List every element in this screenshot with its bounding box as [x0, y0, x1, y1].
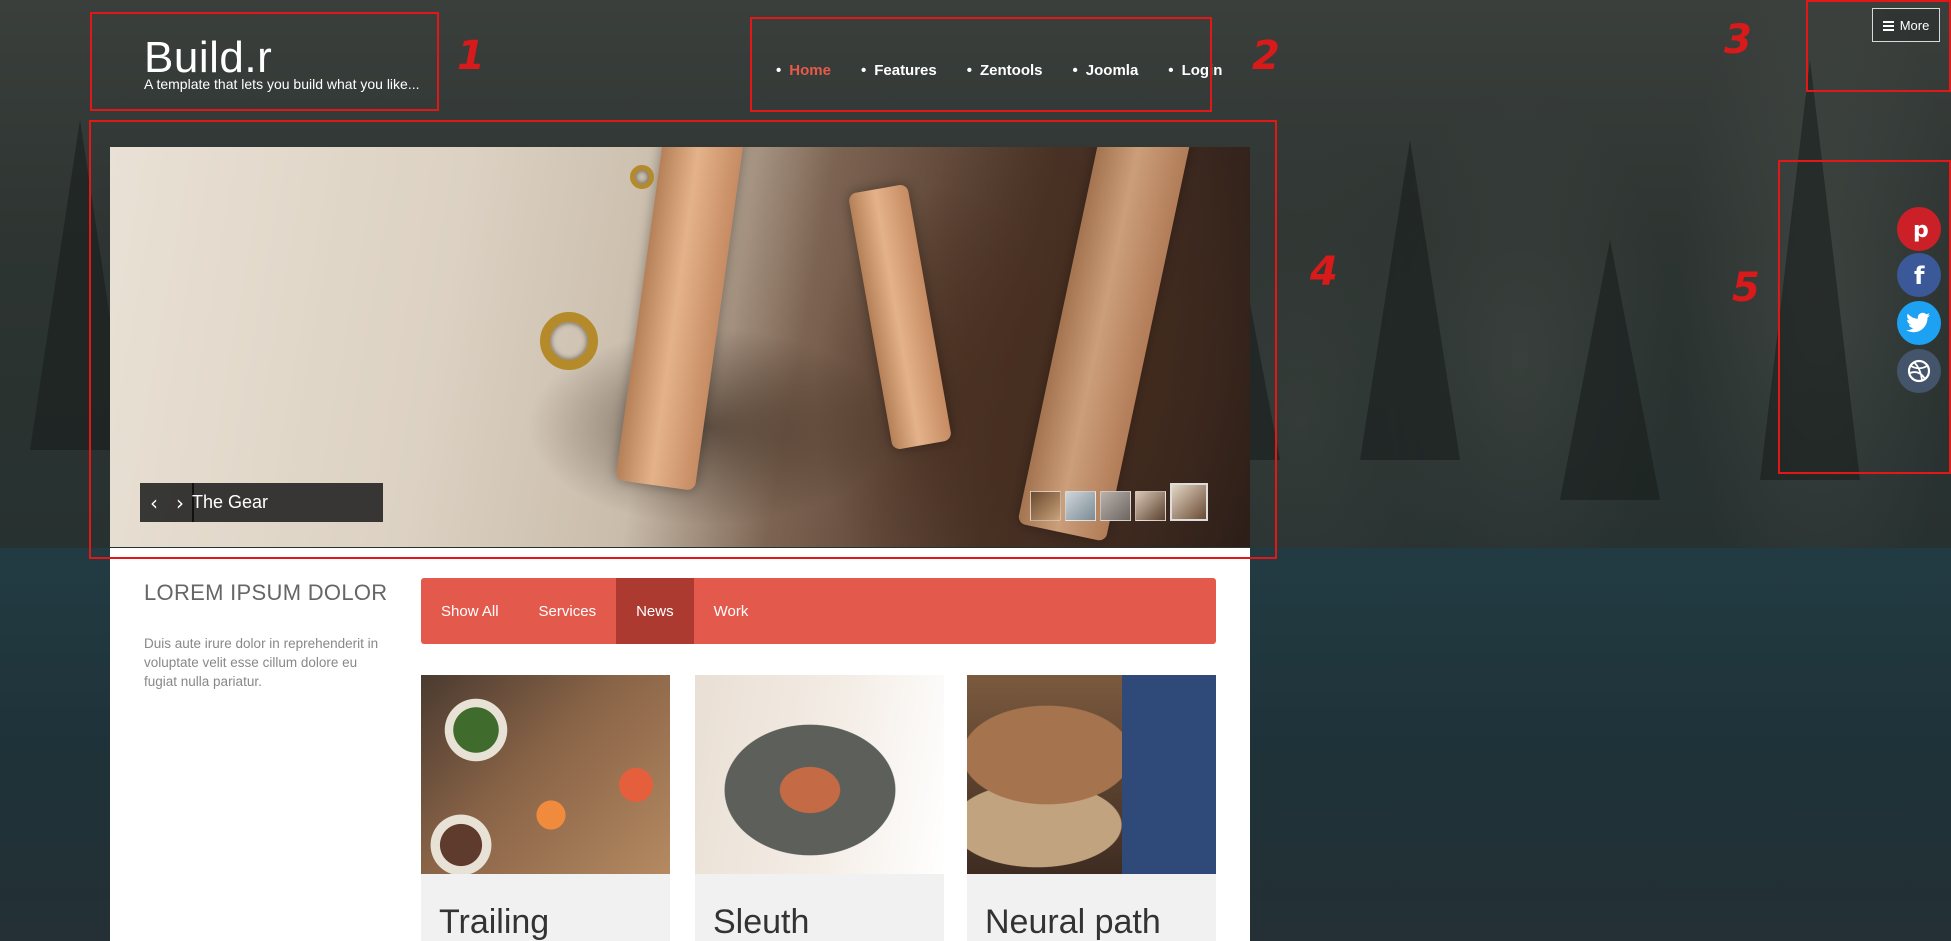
tab-services[interactable]: Services: [519, 578, 617, 644]
annotation-number: 2: [1252, 33, 1280, 79]
annotation-number: 4: [1310, 249, 1338, 295]
annotation-box-social: [1778, 160, 1951, 474]
section-title: LOREM IPSUM DOLOR: [144, 580, 388, 605]
content-panel: LOREM IPSUM DOLOR Duis aute irure dolor …: [110, 548, 1250, 941]
portfolio-card[interactable]: Trailing: [421, 675, 670, 941]
portfolio-card[interactable]: Neural path: [967, 675, 1216, 941]
portfolio-card[interactable]: Sleuth: [695, 675, 944, 941]
annotation-box-logo: [90, 12, 439, 111]
annotation-box-more: [1806, 0, 1951, 92]
annotation-box-slider: [89, 120, 1277, 559]
tree-shape: [1360, 140, 1460, 460]
card-title: Trailing: [439, 903, 550, 941]
filter-tabs: Show All Services News Work: [421, 578, 1216, 644]
tab-news[interactable]: News: [616, 578, 694, 644]
section-text: Duis aute irure dolor in reprehenderit i…: [144, 636, 379, 689]
annotation-number: 1: [457, 33, 485, 79]
card-image-salad: [421, 675, 670, 874]
tree-shape: [1560, 240, 1660, 500]
card-title: Sleuth: [713, 903, 810, 941]
card-title: Neural path: [985, 903, 1161, 941]
annotation-box-nav: [750, 17, 1212, 112]
card-image-mortar: [695, 675, 944, 874]
annotation-number: 5: [1732, 265, 1760, 311]
tab-work[interactable]: Work: [694, 578, 769, 644]
annotation-number: 3: [1724, 17, 1752, 63]
card-image-market: [967, 675, 1216, 874]
tab-show-all[interactable]: Show All: [421, 578, 519, 644]
